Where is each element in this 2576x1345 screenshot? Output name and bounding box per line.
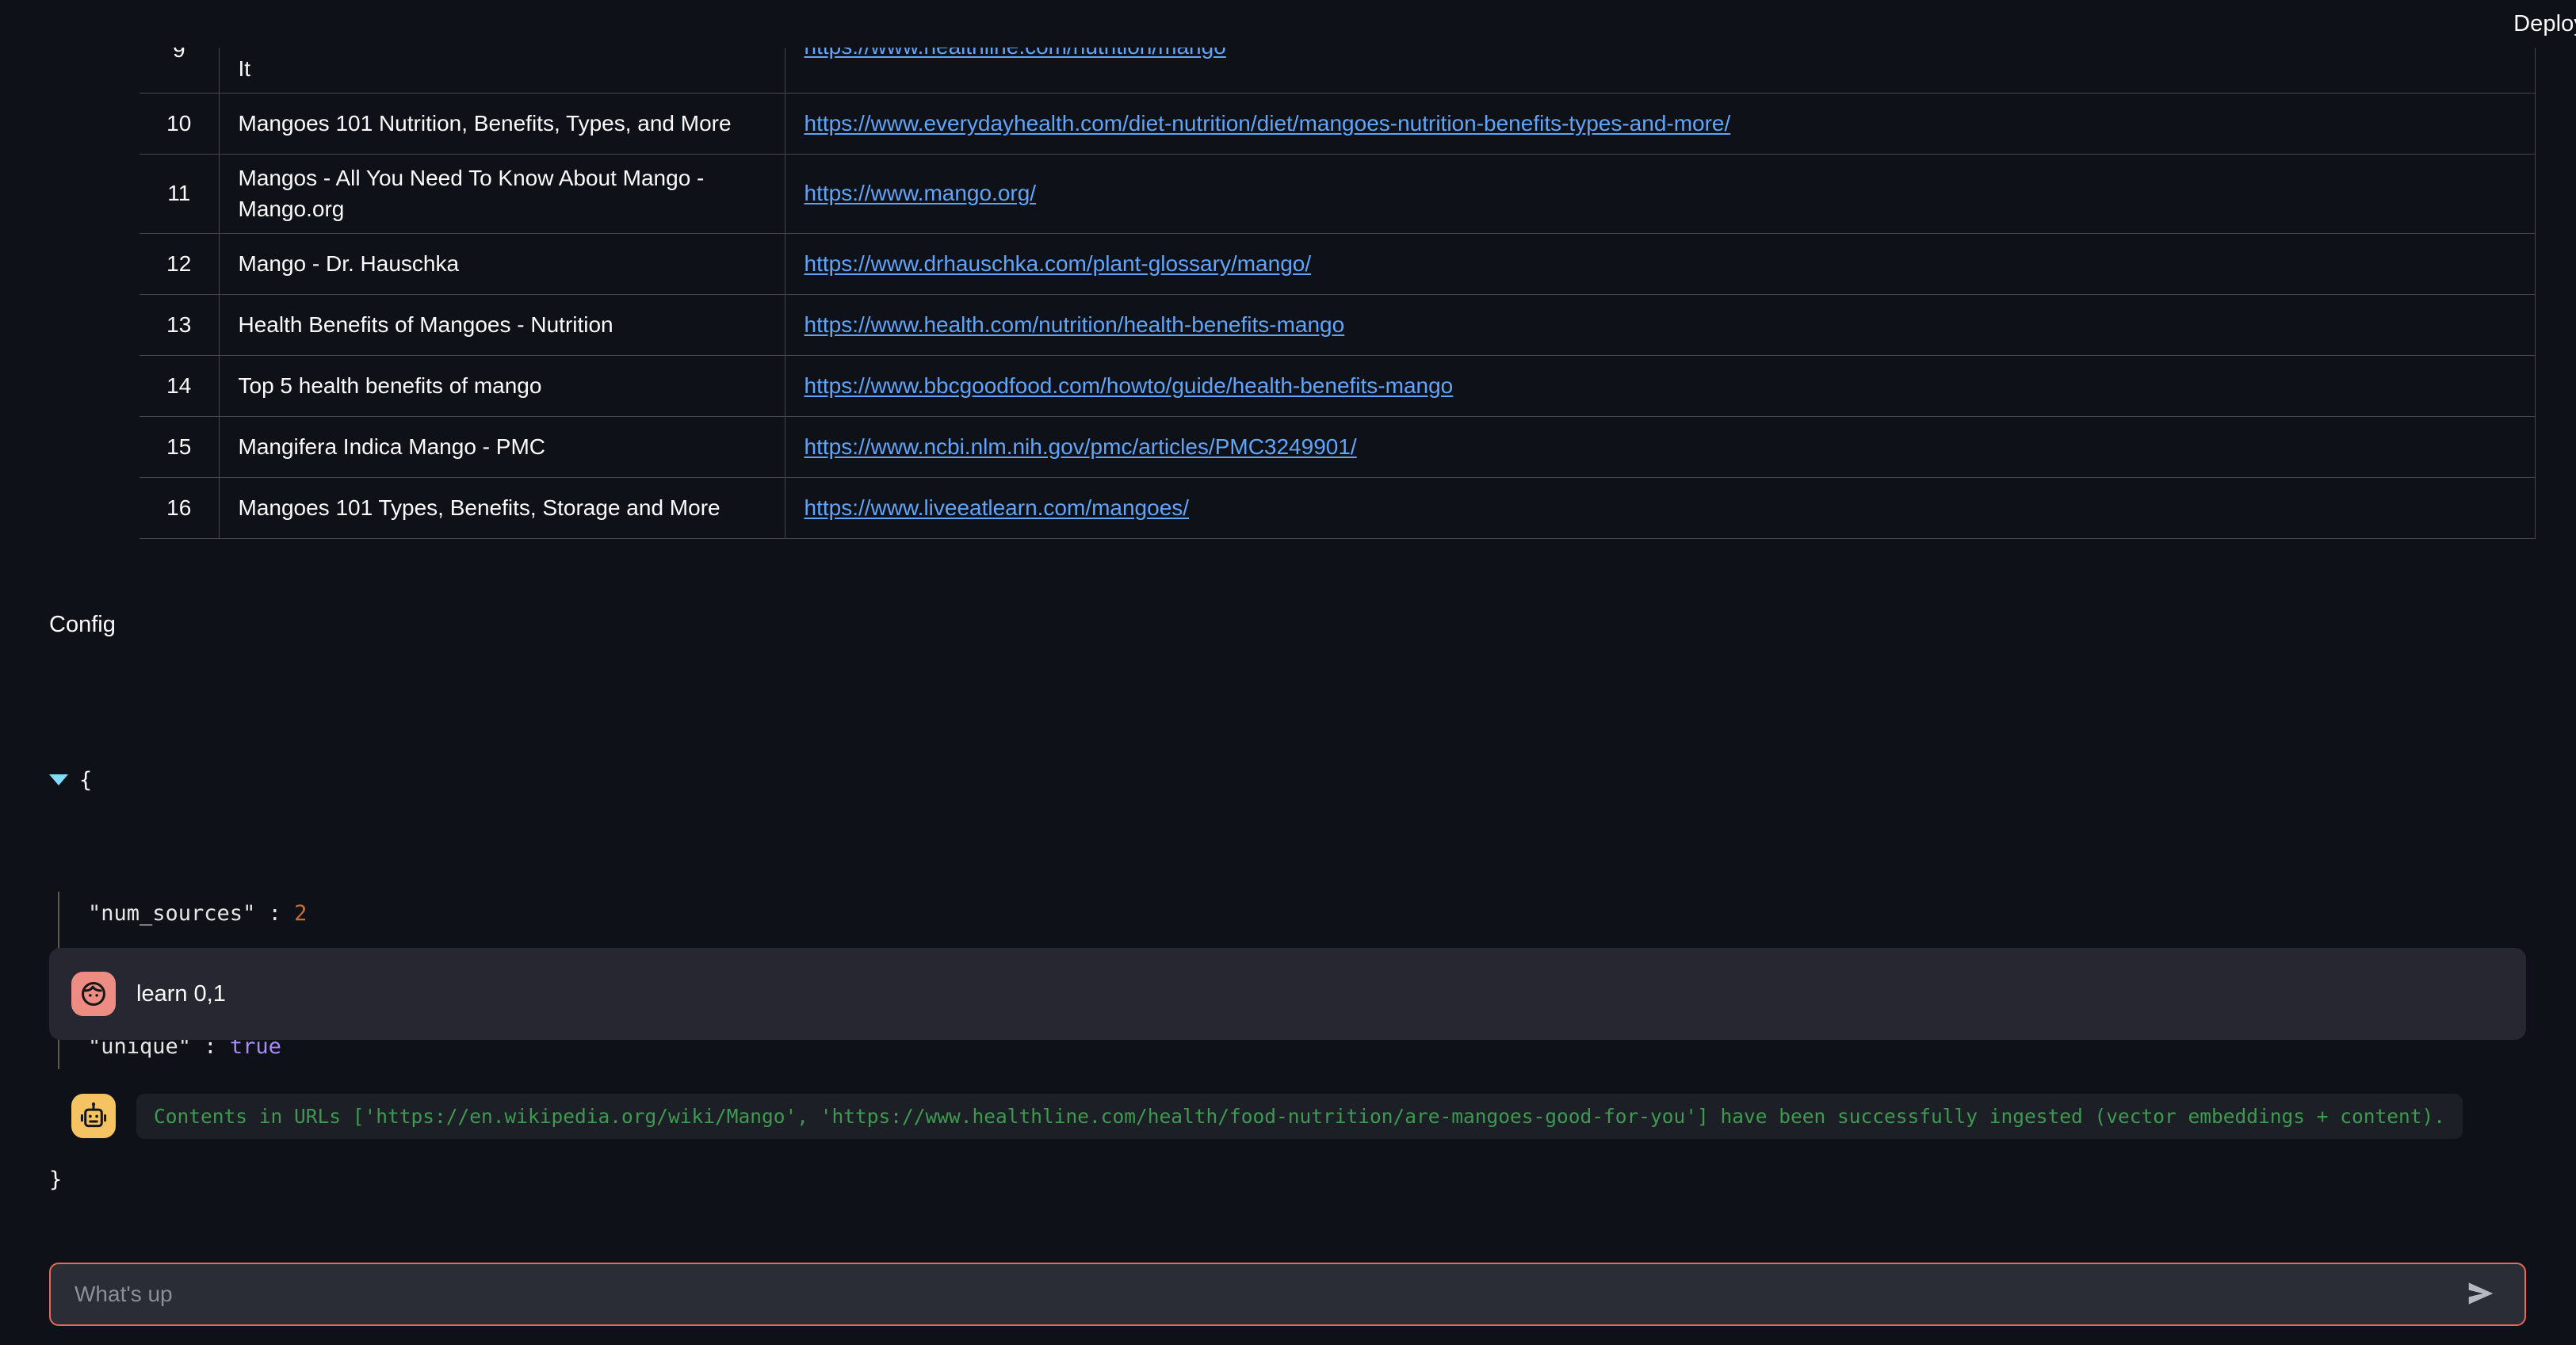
search-results-table: 9Ithttps://www.healthline.com/nutrition/… [140, 34, 2536, 539]
table-cell-url: https://www.drhauschka.com/plant-glossar… [785, 232, 2536, 295]
top-bar: Deploy [0, 0, 2576, 48]
result-link[interactable]: https://www.mango.org/ [805, 181, 1037, 205]
json-open-row: { [49, 758, 423, 803]
table-cell-title: Top 5 health benefits of mango [219, 354, 785, 417]
table-cell-index: 16 [140, 476, 220, 539]
table-cell-index: 15 [140, 415, 220, 478]
json-key: "num_sources" [88, 901, 256, 926]
table-cell-index: 12 [140, 232, 220, 295]
table-cell-title: Mangos - All You Need To Know About Mang… [219, 153, 785, 234]
table-cell-url: https://www.healthline.com/nutrition/man… [785, 34, 2536, 94]
bot-message-text: Contents in URLs ['https://en.wikipedia.… [154, 1104, 2446, 1128]
result-link[interactable]: https://www.health.com/nutrition/health-… [805, 312, 1345, 337]
chevron-down-icon[interactable] [49, 774, 68, 785]
json-value: 2 [294, 901, 308, 926]
table-row: 12 Mango - Dr. Hauschka https://www.drhaus… [140, 232, 2536, 295]
result-link[interactable]: https://www.drhauschka.com/plant-glossar… [805, 251, 1312, 276]
table-cell-title: Mangoes 101 Nutrition, Benefits, Types, … [219, 92, 785, 155]
table-cell-index: 9 [140, 39, 220, 94]
table-row: 15 Mangifera Indica Mango - PMC https://ww… [140, 415, 2536, 478]
table-cell-url: https://www.mango.org/ [785, 153, 2536, 234]
table-cell-url: https://www.health.com/nutrition/health-… [785, 293, 2536, 356]
json-close-brace: } [49, 1167, 63, 1192]
table-cell-url: https://www.ncbi.nlm.nih.gov/pmc/article… [785, 415, 2536, 478]
table-cell-url: https://www.bbcgoodfood.com/howto/guide/… [785, 354, 2536, 417]
chat-message-bot: Contents in URLs ['https://en.wikipedia.… [49, 1080, 2526, 1152]
table-cell-index: 13 [140, 293, 220, 356]
bot-message-code-block: Contents in URLs ['https://en.wikipedia.… [136, 1093, 2463, 1139]
search-results-table-wrapper: 9Ithttps://www.healthline.com/nutrition/… [140, 34, 2536, 539]
search-results-table-body: 9Ithttps://www.healthline.com/nutrition/… [140, 34, 2536, 539]
table-cell-title: Mangoes 101 Types, Benefits, Storage and… [219, 476, 785, 539]
main-content: 9Ithttps://www.healthline.com/nutrition/… [0, 0, 2576, 1252]
table-row: 10 Mangoes 101 Nutrition, Benefits, Types… [140, 92, 2536, 155]
table-row: 9Ithttps://www.healthline.com/nutrition/… [140, 34, 2536, 94]
table-cell-index: 11 [140, 153, 220, 234]
table-cell-title: Mangifera Indica Mango - PMC [219, 415, 785, 478]
chat-message-user: learn 0,1 [49, 948, 2526, 1040]
chat-input-container[interactable] [49, 1263, 2526, 1326]
result-link[interactable]: https://www.liveeatlearn.com/mangoes/ [805, 495, 1190, 520]
table-cell-index: 14 [140, 354, 220, 417]
face-icon [71, 972, 116, 1016]
table-cell-index: 10 [140, 92, 220, 155]
table-cell-title: Health Benefits of Mangoes - Nutrition [219, 293, 785, 356]
json-open-brace: { [79, 768, 93, 793]
table-row: 16 Mangoes 101 Types, Benefits, Storage a… [140, 476, 2536, 539]
app-root: Deploy 9Ithttps://www.healthline.com/nut… [0, 0, 2576, 1345]
send-button[interactable] [2459, 1277, 2502, 1312]
send-arrow-icon [2464, 1280, 2498, 1309]
config-label: Config [49, 612, 116, 637]
json-close-row: } [49, 1158, 423, 1202]
json-colon: : [255, 901, 295, 926]
table-cell-title: Mango - Dr. Hauschka [219, 232, 785, 295]
result-link[interactable]: https://www.ncbi.nlm.nih.gov/pmc/article… [805, 434, 1357, 459]
table-row: 13 Health Benefits of Mangoes - Nutrition… [140, 293, 2536, 356]
deploy-button[interactable]: Deploy [2509, 10, 2576, 38]
result-link[interactable]: https://www.everydayhealth.com/diet-nutr… [805, 111, 1731, 136]
table-cell-url: https://www.liveeatlearn.com/mangoes/ [785, 476, 2536, 539]
robot-icon [71, 1094, 116, 1138]
table-row: 11 Mangos - All You Need To Know About Ma… [140, 153, 2536, 234]
table-cell-url: https://www.everydayhealth.com/diet-nutr… [785, 92, 2536, 155]
table-cell-title: It [219, 46, 785, 94]
user-message-text: learn 0,1 [136, 980, 226, 1007]
chat-input-dock [0, 1244, 2576, 1345]
result-link[interactable]: https://www.bbcgoodfood.com/howto/guide/… [805, 373, 1454, 398]
json-entry: "num_sources" : 2 [88, 892, 423, 936]
chat-input[interactable] [73, 1264, 2445, 1324]
table-row: 14 Top 5 health benefits of mango https://… [140, 354, 2536, 417]
